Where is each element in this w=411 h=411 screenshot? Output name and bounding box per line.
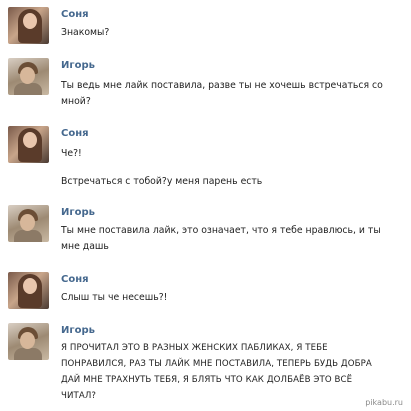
message-text: Встречаться с тобой?у меня парень есть [61,176,263,187]
message-sonya-2: Соня Че?! Встречаться с тобой?у меня пар… [8,126,405,196]
sender-name[interactable]: Соня [61,128,89,139]
message-text: Я ПРОЧИТАЛ ЭТО В РАЗНЫХ ЖЕНСКИХ ПАБЛИКАХ… [61,343,372,401]
message-igor-3: Игорь Я ПРОЧИТАЛ ЭТО В РАЗНЫХ ЖЕНСКИХ ПА… [8,323,405,411]
avatar[interactable] [8,323,49,360]
watermark: pikabu.ru [365,398,403,407]
message-text: Че?! [61,148,82,159]
sender-name[interactable]: Соня [61,9,89,20]
message-igor-2: Игорь Ты мне поставила лайк, это означае… [8,205,405,255]
avatar[interactable] [8,7,49,44]
avatar[interactable] [8,126,49,163]
sender-name[interactable]: Соня [61,274,89,285]
message-text: Знакомы? [61,27,110,38]
sender-name[interactable]: Игорь [61,207,95,218]
avatar[interactable] [8,58,49,95]
avatar[interactable] [8,205,49,242]
message-text: Слыш ты че несешь?! [61,292,168,303]
sender-name[interactable]: Игорь [61,325,95,336]
message-igor-1: Игорь Ты ведь мне лайк поставила, разве … [8,58,405,108]
sender-name[interactable]: Игорь [61,60,95,71]
message-sonya-1: Соня Знакомы? [8,7,405,47]
message-text: Ты ведь мне лайк поставила, разве ты не … [61,80,383,107]
avatar[interactable] [8,272,49,309]
message-sonya-3: Соня Слыш ты че несешь?! [8,272,405,312]
message-text: Ты мне поставила лайк, это означает, что… [61,225,381,252]
